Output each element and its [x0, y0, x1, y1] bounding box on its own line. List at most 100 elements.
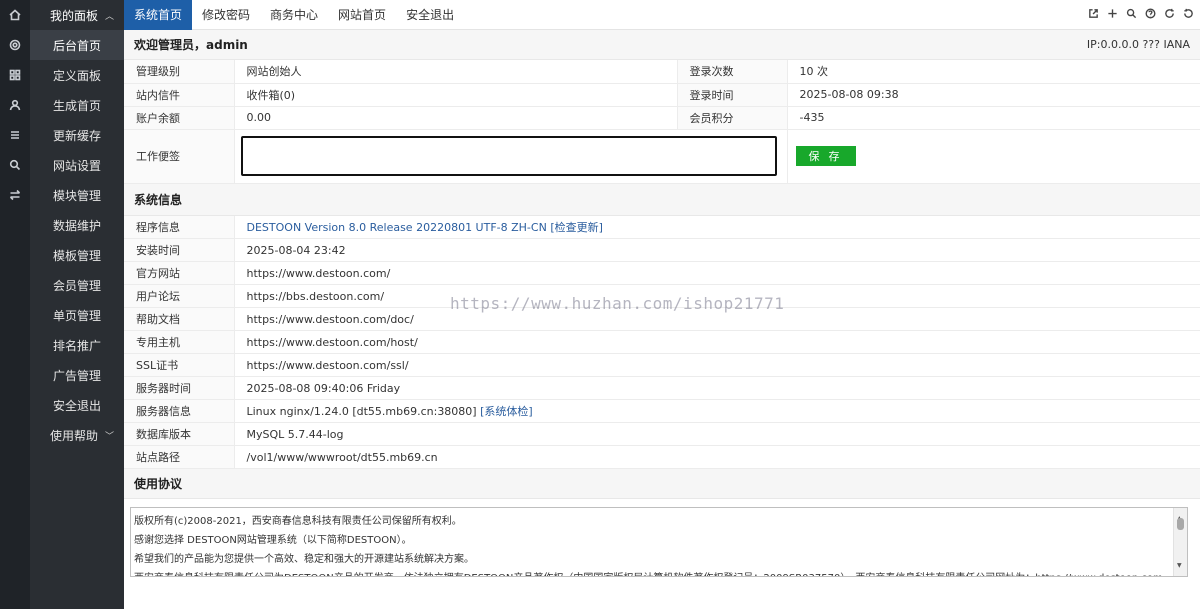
- watermark: https://www.huzhan.com/ishop21771: [450, 294, 785, 313]
- agreement-textarea[interactable]: 版权所有(c)2008-2021，西安商春信息科技有限责任公司保留所有权利。 感…: [130, 507, 1188, 577]
- label-memo: 工作便签: [124, 129, 235, 184]
- label-official-site: 官方网站: [124, 261, 235, 285]
- refresh-icon[interactable]: [1164, 8, 1175, 22]
- tab-system-home[interactable]: 系统首页: [124, 0, 193, 30]
- sidebar-item-data-maintenance[interactable]: 数据维护: [30, 210, 124, 240]
- sidebar-item-templates[interactable]: 模板管理: [30, 240, 124, 270]
- system-check-link[interactable]: [系统体检]: [480, 405, 533, 418]
- top-nav: 系统首页 修改密码 商务中心 网站首页 安全退出: [124, 0, 1200, 30]
- sidebar: 我的面板 ︿ 后台首页 定义面板 生成首页 更新缓存 网站设置 模块管理 数据维…: [30, 0, 124, 609]
- sidebar-item-site-settings[interactable]: 网站设置: [30, 150, 124, 180]
- sidebar-head[interactable]: 我的面板 ︿: [30, 0, 124, 30]
- sidebar-item-logout[interactable]: 安全退出: [30, 390, 124, 420]
- value-inbox[interactable]: 收件箱(0): [234, 83, 678, 107]
- value-login-count: 10 次: [787, 60, 1200, 84]
- inbox-link[interactable]: 收件箱(0): [247, 89, 296, 102]
- sidebar-help-label: 使用帮助: [50, 428, 99, 443]
- label-program: 程序信息: [124, 215, 235, 239]
- account-table: 管理级别 网站创始人 登录次数 10 次 站内信件 收件箱(0) 登录时间 20…: [124, 60, 1200, 184]
- top-toolbar: [1088, 0, 1194, 30]
- scroll-down-icon[interactable]: ▼: [1177, 556, 1182, 575]
- table-row: 数据库版本 MySQL 5.7.44-log: [124, 422, 1200, 446]
- sidebar-item-ranking[interactable]: 排名推广: [30, 330, 124, 360]
- sysinfo-title: 系统信息: [124, 183, 1200, 216]
- value-login-time: 2025-08-08 09:38: [787, 83, 1200, 107]
- table-row: 官方网站 https://www.destoon.com/: [124, 261, 1200, 285]
- icon-rail: [0, 0, 30, 609]
- sidebar-item-custom-panel[interactable]: 定义面板: [30, 60, 124, 90]
- reload-icon[interactable]: [1183, 8, 1194, 22]
- save-cell: 保 存: [787, 129, 1200, 184]
- sidebar-item-help[interactable]: 使用帮助 ﹀: [30, 420, 124, 450]
- search-icon[interactable]: [1126, 8, 1137, 22]
- value-install-time: 2025-08-04 23:42: [234, 238, 1200, 262]
- list-icon[interactable]: [0, 120, 30, 150]
- sidebar-item-members[interactable]: 会员管理: [30, 270, 124, 300]
- sidebar-item-update-cache[interactable]: 更新缓存: [30, 120, 124, 150]
- label-balance: 账户余额: [124, 106, 235, 130]
- label-db-version: 数据库版本: [124, 422, 235, 446]
- agreement-line: 版权所有(c)2008-2021，西安商春信息科技有限责任公司保留所有权利。: [134, 516, 462, 527]
- search-icon[interactable]: [0, 150, 30, 180]
- value-points: -435: [787, 106, 1200, 130]
- sidebar-item-ads[interactable]: 广告管理: [30, 360, 124, 390]
- sidebar-item-generate-home[interactable]: 生成首页: [30, 90, 124, 120]
- tab-business-center[interactable]: 商务中心: [260, 0, 328, 30]
- tab-site-home[interactable]: 网站首页: [328, 0, 396, 30]
- swap-icon[interactable]: [0, 180, 30, 210]
- scroll-thumb[interactable]: [1177, 518, 1184, 530]
- check-update-link[interactable]: [检查更新]: [550, 221, 603, 234]
- grid-icon[interactable]: [0, 60, 30, 90]
- table-row: 工作便签 保 存: [124, 129, 1200, 184]
- label-points: 会员积分: [677, 106, 788, 130]
- ip-info: IP:0.0.0.0 ??? IANA: [1086, 38, 1190, 51]
- sidebar-head-label: 我的面板: [50, 8, 99, 23]
- table-row: 站点路径 /vol1/www/wwwroot/dt55.mb69.cn: [124, 445, 1200, 469]
- label-docs: 帮助文档: [124, 307, 235, 331]
- home-icon[interactable]: [0, 0, 30, 30]
- label-server-info: 服务器信息: [124, 399, 235, 423]
- memo-textarea[interactable]: [240, 136, 777, 176]
- value-admin-level: 网站创始人: [234, 60, 678, 84]
- label-install-time: 安装时间: [124, 238, 235, 262]
- agreement-scrollbar[interactable]: ▲ ▼: [1173, 508, 1187, 576]
- value-balance: 0.00: [234, 106, 678, 130]
- sysinfo-table: 程序信息 DESTOON Version 8.0 Release 2022080…: [124, 215, 1200, 469]
- main-content: 欢迎管理员，admin IP:0.0.0.0 ??? IANA 管理级别 网站创…: [124, 30, 1200, 609]
- agreement-line: 感谢您选择 DESTOON网站管理系统（以下简称DESTOON）。: [134, 535, 412, 546]
- label-inbox: 站内信件: [124, 83, 235, 107]
- label-login-time: 登录时间: [677, 83, 788, 107]
- welcome-bar: 欢迎管理员，admin IP:0.0.0.0 ??? IANA: [124, 30, 1200, 60]
- server-info-text: Linux nginx/1.24.0 [dt55.mb69.cn:38080]: [246, 405, 477, 418]
- value-ssl[interactable]: https://www.destoon.com/ssl/: [234, 353, 1200, 377]
- welcome-title: 欢迎管理员，admin: [134, 38, 248, 52]
- table-row: 服务器信息 Linux nginx/1.24.0 [dt55.mb69.cn:3…: [124, 399, 1200, 423]
- chevron-down-icon: ﹀: [104, 431, 114, 442]
- value-program: DESTOON Version 8.0 Release 20220801 UTF…: [234, 215, 1200, 239]
- label-host: 专用主机: [124, 330, 235, 354]
- sidebar-item-modules[interactable]: 模块管理: [30, 180, 124, 210]
- sidebar-item-dashboard[interactable]: 后台首页: [30, 30, 124, 60]
- target-icon[interactable]: [0, 30, 30, 60]
- value-host[interactable]: https://www.destoon.com/host/: [234, 330, 1200, 354]
- user-icon[interactable]: [0, 90, 30, 120]
- label-login-count: 登录次数: [677, 60, 788, 84]
- tab-logout[interactable]: 安全退出: [396, 0, 464, 30]
- plus-icon[interactable]: [1107, 8, 1118, 22]
- save-button[interactable]: 保 存: [795, 146, 856, 166]
- table-row: 程序信息 DESTOON Version 8.0 Release 2022080…: [124, 215, 1200, 239]
- label-forum: 用户论坛: [124, 284, 235, 308]
- label-admin-level: 管理级别: [124, 60, 235, 84]
- value-official-site[interactable]: https://www.destoon.com/: [234, 261, 1200, 285]
- agreement-line: 西安商春信息科技有限责任公司为DESTOON产品的开发商，依法独立拥有DESTO…: [134, 569, 1167, 576]
- program-version: DESTOON Version 8.0 Release 20220801 UTF…: [246, 220, 547, 234]
- value-db-version: MySQL 5.7.44-log: [234, 422, 1200, 446]
- sidebar-item-pages[interactable]: 单页管理: [30, 300, 124, 330]
- table-row: SSL证书 https://www.destoon.com/ssl/: [124, 353, 1200, 377]
- help-icon[interactable]: [1145, 8, 1156, 22]
- external-link-icon[interactable]: [1088, 8, 1099, 22]
- table-row: 站内信件 收件箱(0) 登录时间 2025-08-08 09:38: [124, 83, 1200, 107]
- label-site-path: 站点路径: [124, 445, 235, 469]
- tab-change-password[interactable]: 修改密码: [192, 0, 260, 30]
- value-site-path: /vol1/www/wwwroot/dt55.mb69.cn: [234, 445, 1200, 469]
